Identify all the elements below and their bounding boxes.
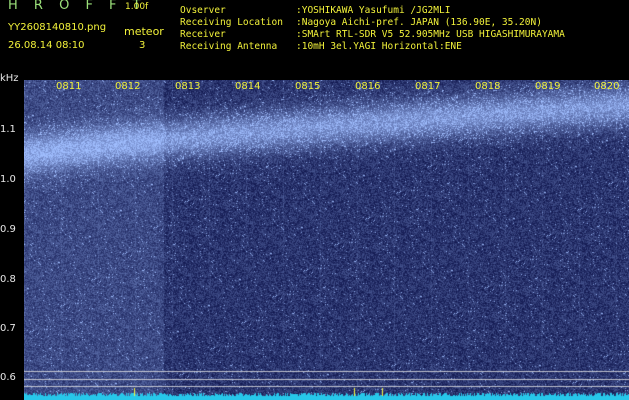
- time-label: 0819: [535, 81, 561, 92]
- hroft-window: H R O F F T 1.00f YY2608140810.png 26.08…: [0, 0, 629, 400]
- time-label: 0820: [594, 81, 620, 92]
- time-label: 0811: [56, 81, 82, 92]
- app-version: 1.00f: [125, 2, 149, 12]
- datetime-label: 26.08.14 08:10: [8, 40, 85, 51]
- location-value: :Nagoya Aichi-pref. JAPAN (136.90E, 35.2…: [296, 17, 542, 28]
- ytick-label: 1.0: [0, 174, 16, 185]
- frequency-unit-label: kHz: [0, 73, 19, 84]
- meteor-count: 3: [139, 40, 146, 51]
- time-label: 0814: [235, 81, 261, 92]
- receiver-value: :SMArt RTL-SDR V5 52.905MHz USB HIGASHIM…: [296, 29, 565, 40]
- time-label: 0818: [475, 81, 501, 92]
- spectrogram-canvas: [24, 80, 629, 400]
- receiver-key: Receiver: [180, 29, 226, 40]
- ytick-label: 0.7: [0, 323, 16, 334]
- ytick-label: 1.1: [0, 124, 16, 135]
- time-label: 0815: [295, 81, 321, 92]
- time-label: 0812: [115, 81, 141, 92]
- time-label: 0813: [175, 81, 201, 92]
- time-label: 0816: [355, 81, 381, 92]
- antenna-value: :10mH 3el.YAGI Horizontal:ENE: [296, 41, 462, 52]
- observer-value: :YOSHIKAWA Yasufumi /JG2MLI: [296, 5, 451, 16]
- meteor-label: meteor: [124, 25, 164, 38]
- antenna-key: Receiving Antenna: [180, 41, 278, 52]
- time-label: 0817: [415, 81, 441, 92]
- ytick-label: 0.6: [0, 372, 16, 383]
- ytick-label: 0.9: [0, 224, 16, 235]
- observer-key: Ovserver: [180, 5, 226, 16]
- filename-label: YY2608140810.png: [8, 22, 107, 33]
- ytick-label: 0.8: [0, 274, 16, 285]
- location-key: Receiving Location: [180, 17, 283, 28]
